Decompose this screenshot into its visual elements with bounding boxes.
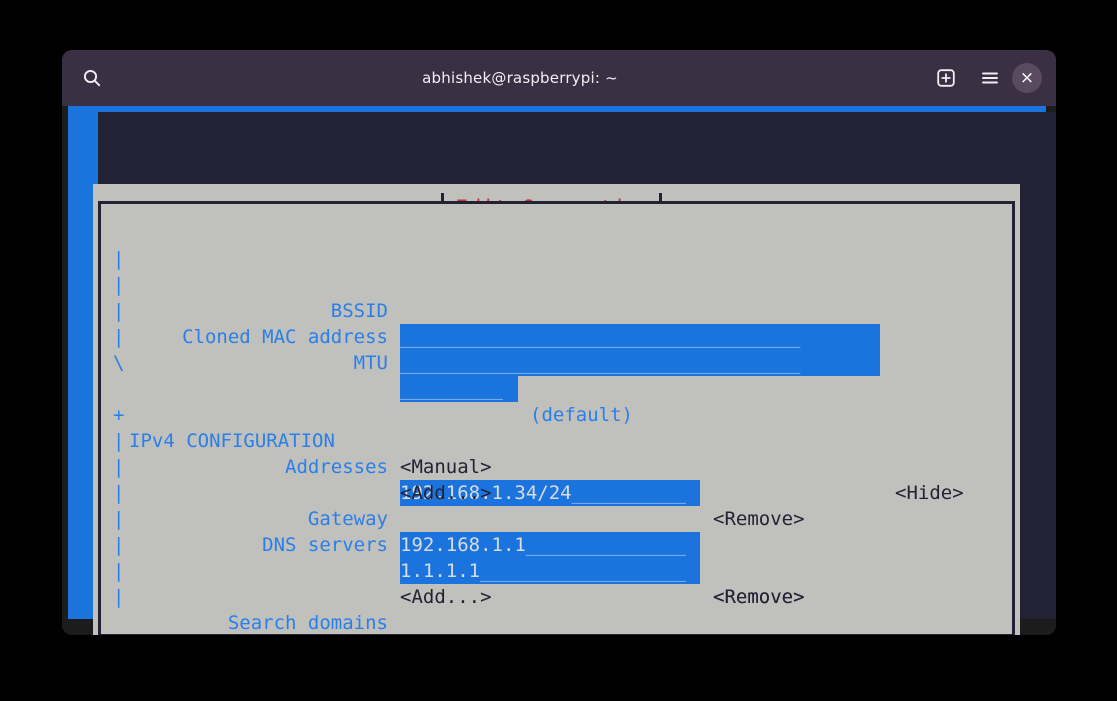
form-row-gateway: | Gateway 192.168.1.1______________	[105, 454, 985, 480]
form-row-mtu: | MTU _________ (default)	[105, 298, 985, 324]
terminal-body: Edit Connection | | BSSID ______________…	[62, 106, 1056, 635]
hamburger-menu-icon[interactable]	[970, 58, 1010, 98]
tree-mark: \	[113, 350, 124, 376]
search-domains-label: Search domains	[105, 610, 388, 635]
window-titlebar[interactable]: abhishek@raspberrypi: ~ ×	[62, 50, 1056, 106]
cloned-mac-input[interactable]: ___________________________________	[400, 350, 880, 376]
tree-mark: |	[113, 584, 124, 610]
form-row-dns-1: | 1.1.1.1__________________ <Remove>	[105, 506, 985, 532]
form-row: |	[105, 220, 985, 246]
close-icon[interactable]: ×	[1012, 63, 1042, 93]
form-row-addresses: | Addresses 192.168.1.34/24__________ <R…	[105, 402, 985, 428]
edit-connection-dialog: Edit Connection | | BSSID ______________…	[93, 184, 1020, 635]
dialog-content: | | BSSID ______________________________…	[105, 220, 985, 620]
form-row-dns-add: | <Add...>	[105, 532, 985, 558]
form-row: \	[105, 324, 985, 350]
terminal-window: abhishek@raspberrypi: ~ × Edit Connec	[62, 50, 1056, 635]
window-title: abhishek@raspberrypi: ~	[114, 69, 926, 87]
form-row-ipv4-section: + IPv4 CONFIGURATION <Manual> <Hide>	[105, 376, 985, 402]
dns-add-button[interactable]: <Add...>	[400, 584, 492, 610]
cloned-mac-underscores: ___________________________________	[400, 352, 800, 374]
form-row-dns-0: | DNS servers 192.168.1.1______________ …	[105, 480, 985, 506]
form-row-bssid: | BSSID ________________________________…	[105, 246, 985, 272]
new-tab-icon[interactable]	[926, 58, 966, 98]
form-row-search-domains: | Search domains <Add...>	[105, 558, 985, 584]
form-row-cloned-mac: | Cloned MAC address ___________________…	[105, 272, 985, 298]
search-icon[interactable]	[70, 56, 114, 100]
dns-remove-button-1[interactable]: <Remove>	[713, 584, 805, 610]
form-row-addresses-add: | <Add...>	[105, 428, 985, 454]
